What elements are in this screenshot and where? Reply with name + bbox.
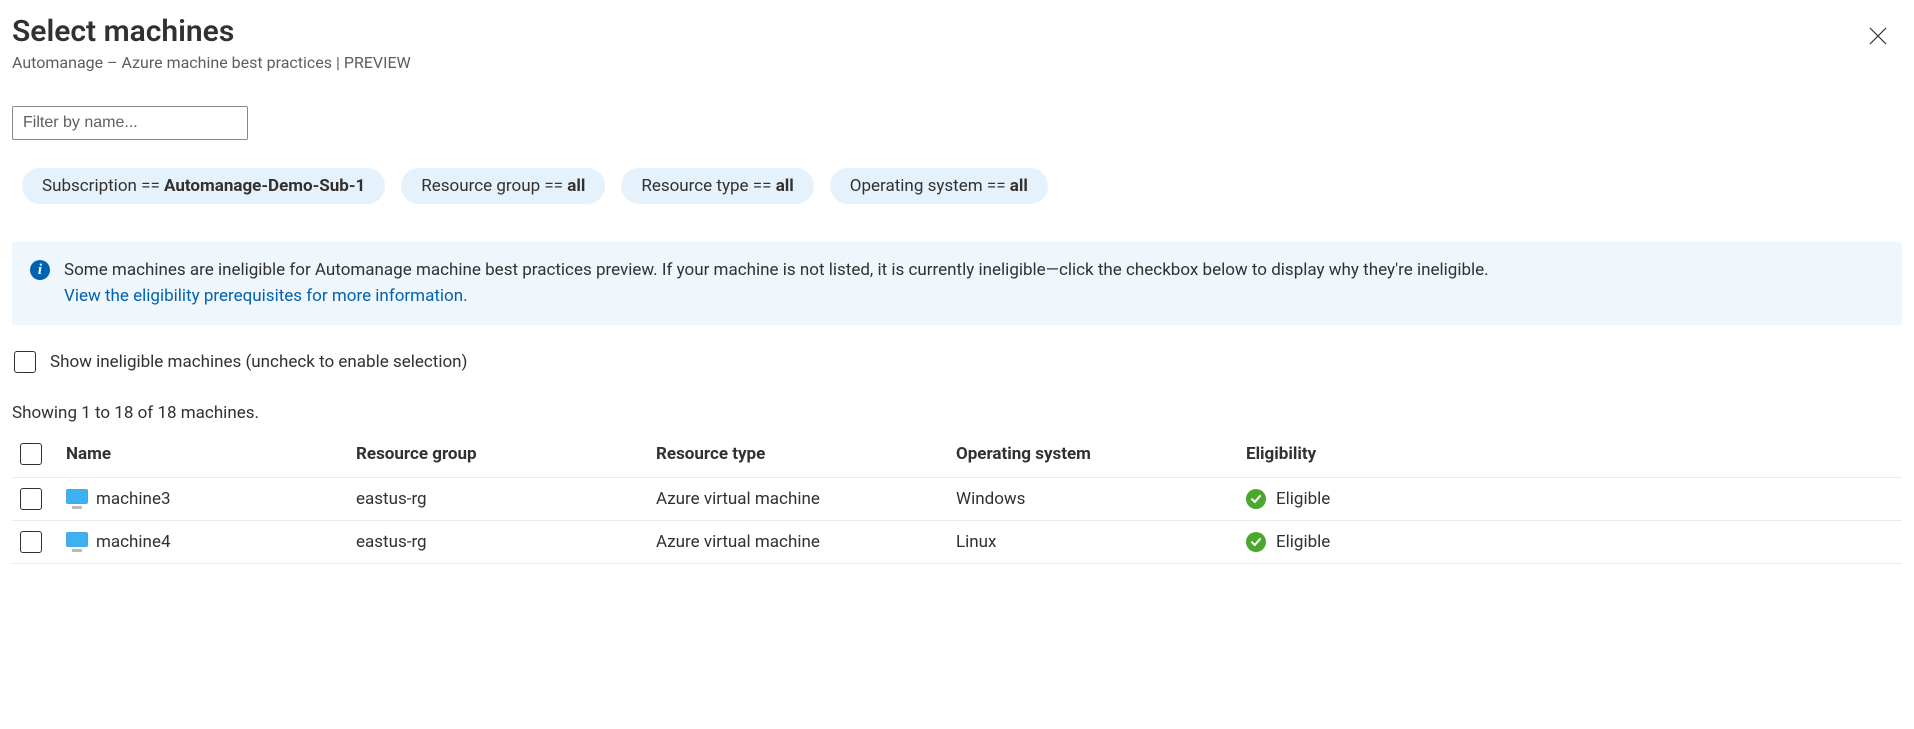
pill-value: Automanage-Demo-Sub-1 [164,176,365,196]
resource-group-cell: eastus-rg [348,521,648,564]
table-row[interactable]: machine3 eastus-rg Azure virtual machine… [12,478,1902,521]
filter-pill-resource-group[interactable]: Resource group == all [401,168,605,204]
pill-op: == [987,176,1006,196]
vm-icon [66,489,88,509]
show-ineligible-checkbox[interactable] [14,351,36,373]
vm-icon [66,532,88,552]
pill-op: == [753,176,772,196]
th-resource-group[interactable]: Resource group [348,433,648,478]
pill-label: Resource group [421,176,540,196]
filter-by-name-input[interactable] [12,106,248,140]
pill-op: == [141,176,160,196]
machines-table: Name Resource group Resource type Operat… [12,433,1902,564]
pill-label: Resource type [641,176,748,196]
show-ineligible-label: Show ineligible machines (uncheck to ena… [50,352,467,372]
pill-value: all [776,176,794,196]
th-resource-type[interactable]: Resource type [648,433,948,478]
os-cell: Windows [948,478,1238,521]
th-eligibility[interactable]: Eligibility [1238,433,1902,478]
os-cell: Linux [948,521,1238,564]
banner-text: Some machines are ineligible for Automan… [64,260,1489,280]
machine-name: machine4 [96,532,171,552]
th-operating-system[interactable]: Operating system [948,433,1238,478]
pill-label: Operating system [850,176,983,196]
eligibility-prerequisites-link[interactable]: View the eligibility prerequisites for m… [64,286,468,306]
filter-pill-subscription[interactable]: Subscription == Automanage-Demo-Sub-1 [22,168,385,204]
eligibility-text: Eligible [1276,532,1330,552]
eligible-icon [1246,489,1266,509]
resource-group-cell: eastus-rg [348,478,648,521]
filter-pill-resource-type[interactable]: Resource type == all [621,168,813,204]
page-subtitle: Automanage – Azure machine best practice… [12,53,1860,72]
pill-label: Subscription [42,176,137,196]
filter-pill-operating-system[interactable]: Operating system == all [830,168,1048,204]
close-icon [1869,27,1887,45]
select-all-checkbox[interactable] [20,443,42,465]
table-row[interactable]: machine4 eastus-rg Azure virtual machine… [12,521,1902,564]
close-button[interactable] [1860,18,1896,54]
info-icon: i [30,260,50,280]
filter-pill-row: Subscription == Automanage-Demo-Sub-1 Re… [12,168,1902,204]
pill-value: all [567,176,585,196]
pill-value: all [1010,176,1028,196]
result-count: Showing 1 to 18 of 18 machines. [12,403,1902,423]
info-banner: i Some machines are ineligible for Autom… [12,242,1902,325]
machine-name: machine3 [96,489,171,509]
row-checkbox[interactable] [20,531,42,553]
resource-type-cell: Azure virtual machine [648,478,948,521]
eligibility-text: Eligible [1276,489,1330,509]
row-checkbox[interactable] [20,488,42,510]
page-title: Select machines [12,14,1860,49]
resource-type-cell: Azure virtual machine [648,521,948,564]
th-name[interactable]: Name [58,433,348,478]
pill-op: == [544,176,563,196]
eligible-icon [1246,532,1266,552]
